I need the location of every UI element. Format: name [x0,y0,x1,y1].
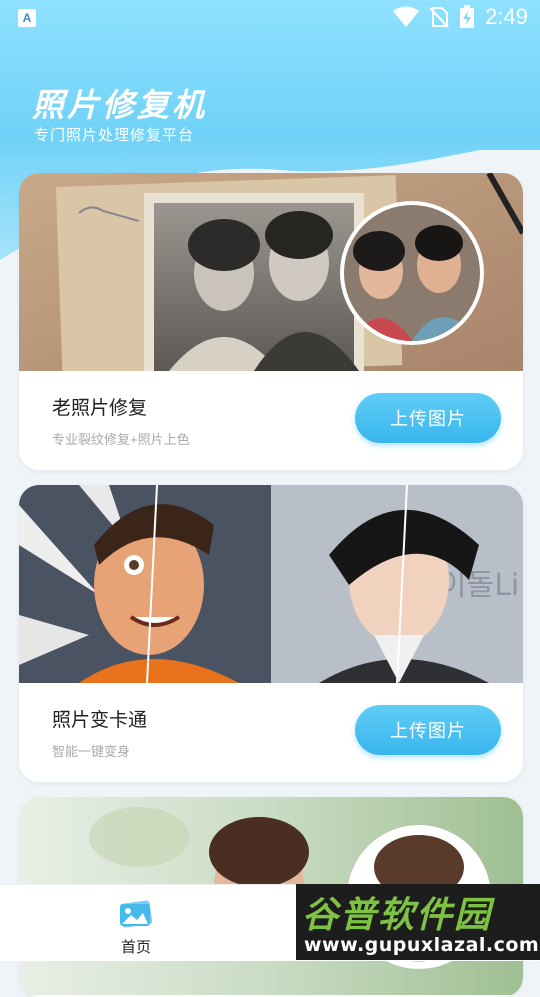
wifi-icon [393,6,420,27]
card-description: 专业裂纹修复+照片上色 [52,432,190,447]
status-bar: A 2:49 [0,0,540,36]
gallery-icon [119,900,153,928]
watermark-logo: 谷普软件园 www.gupuxlazal.com [296,884,540,960]
app-notification-icon: A [18,9,36,27]
app-subtitle: 专门照片处理修复平台 [34,127,195,144]
upload-image-button[interactable]: 上传图片 [355,705,501,755]
app-title: 照片修复机 [32,86,208,124]
nav-home-label: 首页 [120,939,151,956]
battery-charging-icon [460,5,475,28]
watermark-url: www.gupuxlazal.com [304,934,540,956]
svg-text:이돌Li: 이돌Li [439,568,519,603]
nav-item-home[interactable]: 首页 [106,899,166,957]
status-right-group: 2:49 [393,4,528,30]
status-time: 2:49 [485,4,528,29]
card-title: 老照片修复 [52,398,148,419]
old-photo-restore-image [19,173,523,371]
upload-image-button[interactable]: 上传图片 [355,393,501,443]
cartoon-example-image: 이돌Li [19,485,523,683]
card-photo-restore[interactable]: 老照片修复 专业裂纹修复+照片上色 上传图片 [19,173,523,470]
watermark-brand: 谷普软件园 [302,895,493,936]
no-sim-icon [429,7,449,28]
card-description: 智能一键变身 [52,744,131,759]
card-title: 照片变卡通 [52,710,148,731]
card-cartoon[interactable]: 이돌Li 照片变卡通 智能一键变身 上传图片 [19,485,523,782]
